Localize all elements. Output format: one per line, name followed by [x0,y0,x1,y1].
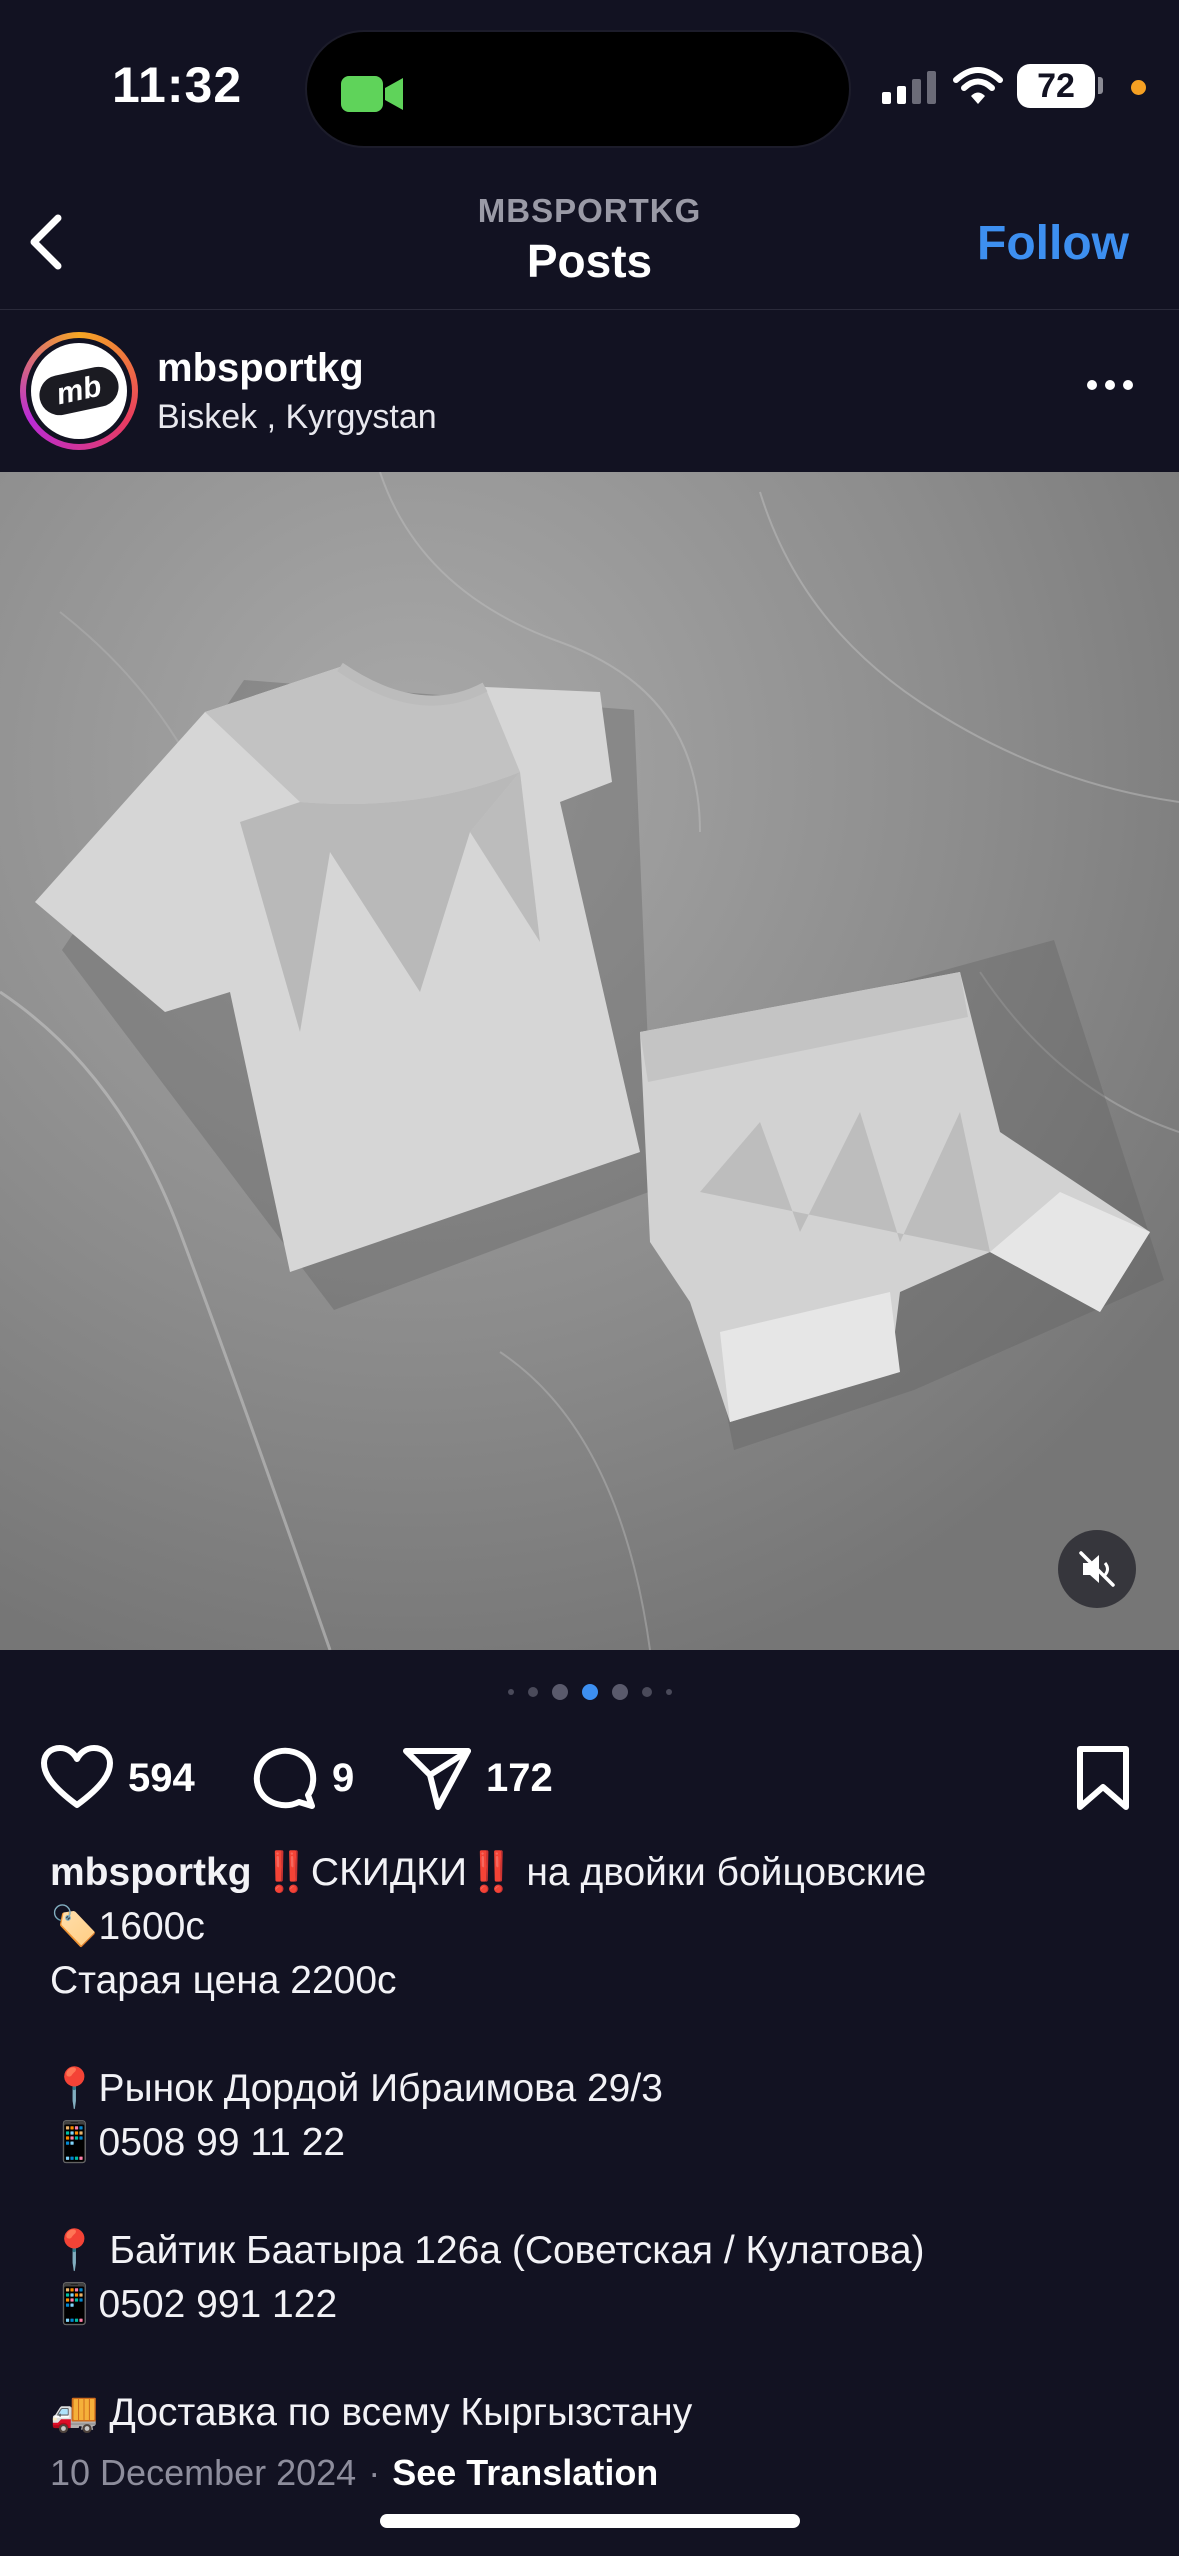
comment-group: 9 [252,1745,354,1811]
post-caption: mbsportkg ‼️СКИДКИ‼️ на двойки бойцовски… [50,1846,1140,2440]
speaker-muted-icon [1079,1551,1115,1587]
instagram-post-screen: 11:32 72 MBSPORTKG Posts Follow mb mbspo… [0,0,1179,2556]
caption-line[interactable]: 📱0508 99 11 22 [50,2116,1140,2170]
caption-line: 📍Рынок Дордой Ибраимова 29/3 [50,2067,663,2110]
carousel-dot [641,1687,652,1697]
see-translation-link[interactable]: See Translation [392,2452,658,2493]
comment-count[interactable]: 9 [332,1756,354,1801]
like-group: 594 [40,1745,195,1811]
status-time: 11:32 [112,57,243,113]
story-ring[interactable]: mb [20,332,138,450]
avatar: mb [31,343,127,439]
post-header: mb mbsportkg Biskek , Kyrgystan [0,310,1179,470]
battery-indicator: 72 [1017,64,1095,108]
caption-username[interactable]: mbsportkg [50,1851,252,1894]
mute-button[interactable] [1058,1530,1136,1608]
home-indicator[interactable] [380,2514,800,2528]
action-bar: 594 9 172 [0,1735,1179,1825]
bookmark-icon[interactable] [1075,1745,1131,1811]
video-camera-icon [341,76,403,112]
follow-button[interactable]: Follow [977,216,1129,271]
carousel-dot-active [581,1684,598,1700]
caption-line: Старая цена 2200с [50,1959,397,2002]
post-meta: 10 December 2024 · See Translation [50,2452,658,2494]
caption-line: 🚚 Доставка по всему Кыргызстану [50,2391,693,2434]
product-image [0,472,1179,1650]
caption-line[interactable]: 📱0502 991 122 [50,2278,1140,2332]
comment-bubble-icon[interactable] [252,1745,318,1811]
heart-icon[interactable] [40,1745,114,1811]
status-bar: 11:32 72 [0,0,1179,170]
dynamic-island [305,30,851,148]
carousel-dot [507,1689,514,1695]
carousel-dot [665,1689,672,1695]
share-group: 172 [402,1745,553,1811]
meta-separator: · [368,2452,381,2493]
share-count[interactable]: 172 [486,1756,553,1801]
like-count[interactable]: 594 [128,1756,195,1801]
battery-tip [1098,77,1103,94]
post-username[interactable]: mbsportkg [157,346,364,391]
carousel-dot [611,1684,628,1700]
post-date: 10 December 2024 [50,2452,357,2493]
navigation-bar: MBSPORTKG Posts Follow [0,170,1179,310]
post-photo[interactable] [0,472,1179,1650]
carousel-dot [551,1684,568,1700]
paper-plane-icon[interactable] [402,1745,472,1811]
caption-line: 🏷️1600с [50,1905,205,1948]
carousel-indicator [0,1684,1179,1700]
cellular-signal-icon [882,70,936,104]
ellipsis-icon[interactable] [1085,378,1135,392]
caption-line: 📍 Байтик Баатыра 126а (Советская / Кулат… [50,2229,925,2272]
wifi-icon [953,67,1003,104]
avatar-logo: mb [35,363,123,419]
caption-line: ‼️СКИДКИ‼️ на двойки бойцовские [262,1851,927,1894]
privacy-indicator-dot [1131,80,1146,95]
carousel-dot [527,1687,538,1697]
post-location[interactable]: Biskek , Kyrgystan [157,398,437,437]
